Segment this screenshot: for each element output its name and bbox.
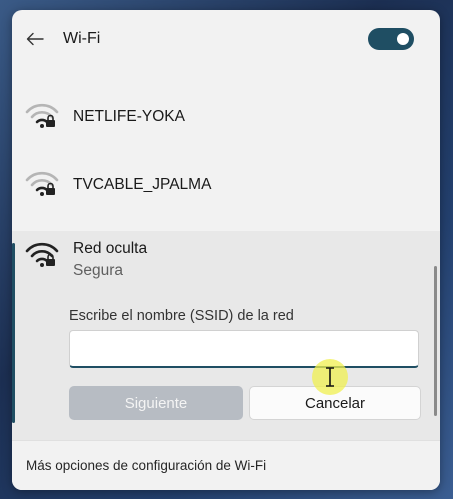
mouse-cursor-highlight <box>312 359 348 395</box>
network-name: TVCABLE_JPALMA <box>73 176 212 193</box>
scrollbar[interactable] <box>434 266 437 416</box>
network-item-tvcable-jpalma[interactable]: TVCABLE_JPALMA <box>12 158 440 214</box>
page-title: Wi-Fi <box>63 30 101 47</box>
wifi-strong-secured-icon <box>25 242 59 267</box>
network-security-status: Segura <box>73 262 123 279</box>
toggle-knob <box>397 33 409 45</box>
selection-indicator <box>12 243 15 423</box>
next-button[interactable]: Siguiente <box>69 386 243 420</box>
footer: Más opciones de configuración de Wi-Fi <box>12 440 440 490</box>
hidden-network-name: Red oculta <box>73 240 148 257</box>
text-cursor-icon <box>326 367 334 387</box>
network-item-netlife-yoka[interactable]: NETLIFE-YOKA <box>12 90 440 146</box>
network-name: NETLIFE-YOKA <box>73 108 185 125</box>
ssid-input[interactable] <box>69 330 419 368</box>
back-button[interactable] <box>24 28 46 50</box>
wifi-header: Wi-Fi <box>12 10 440 68</box>
wifi-toggle[interactable] <box>368 28 414 50</box>
wifi-secured-icon <box>25 103 59 128</box>
wifi-flyout: Wi-Fi NETLIFE-YOKA TVCABLE_JPALMA Red oc… <box>12 10 440 490</box>
ssid-field-label: Escribe el nombre (SSID) de la red <box>69 308 294 324</box>
arrow-left-icon <box>26 32 44 46</box>
more-wifi-settings-link[interactable]: Más opciones de configuración de Wi-Fi <box>26 458 266 473</box>
wifi-secured-icon <box>25 171 59 196</box>
hidden-network-panel: Red oculta Segura Escribe el nombre (SSI… <box>12 231 440 440</box>
